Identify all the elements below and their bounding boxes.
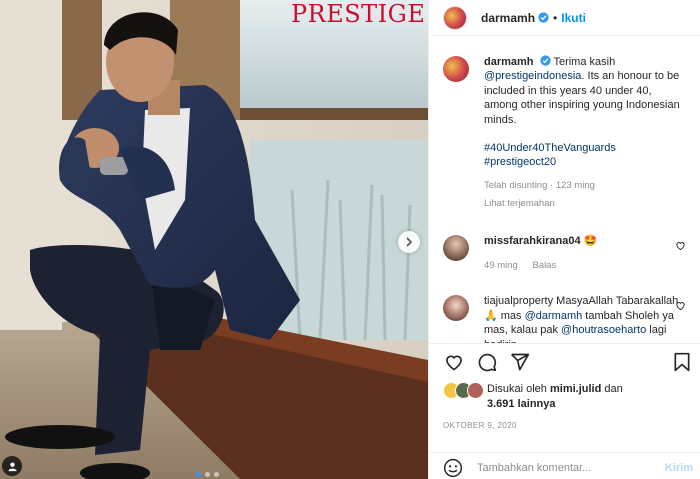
chevron-right-icon — [406, 237, 413, 247]
heart-icon — [446, 355, 462, 370]
author-username[interactable]: darmamh — [481, 11, 535, 25]
likes-count[interactable]: 3.691 lainnya — [487, 398, 556, 410]
caption-avatar[interactable] — [443, 56, 469, 82]
comment-age: 49 ming — [484, 260, 518, 272]
commenter-avatar[interactable] — [443, 234, 469, 261]
author-avatar[interactable] — [443, 5, 467, 30]
carousel-dot-3 — [214, 472, 219, 477]
magazine-brand: PRESTIGE — [291, 0, 426, 28]
caption-mention[interactable]: @prestigeindonesia. — [484, 70, 584, 82]
emoji-button[interactable] — [443, 458, 463, 478]
comments-list[interactable]: darmamh Terima kasih @prestigeindonesia.… — [429, 37, 700, 343]
commenter-username[interactable]: missfarahkirana04 — [484, 235, 581, 247]
caption-text: Terima kasih — [553, 56, 616, 68]
likes-text: Disukai oleh mimi.julid dan 3.691 lainny… — [487, 382, 623, 412]
hashtag-link[interactable]: #prestigeoct20 — [484, 155, 684, 169]
like-comment-icon[interactable] — [675, 240, 686, 251]
caption-meta: Telah disunting · 123 ming — [484, 179, 595, 191]
commenter-username[interactable]: tiajualproperty — [484, 295, 553, 307]
comment-item: tiajualproperty MasyaAllah Tabarakallah … — [443, 294, 686, 343]
comment-mention[interactable]: @houtrasoeharto — [561, 324, 646, 336]
verified-badge-icon — [539, 55, 551, 66]
like-button[interactable] — [443, 351, 465, 373]
add-comment-bar: Kirim — [429, 452, 700, 479]
post-photo[interactable]: PRESTIGE — [0, 0, 428, 479]
comment-icon — [478, 353, 497, 371]
comment-item: missfarahkirana04 🤩 49 ming Balas — [443, 234, 686, 274]
carousel-dot-1 — [196, 472, 201, 477]
hashtag-link[interactable]: #40Under40TheVanguards — [484, 141, 684, 155]
post-date[interactable]: OKTOBER 9, 2020 — [443, 421, 517, 430]
comment-text: 🤩 — [583, 234, 598, 247]
liker-avatars[interactable] — [443, 382, 487, 412]
carousel-dot-2 — [205, 472, 210, 477]
post-comment-button[interactable]: Kirim — [665, 462, 693, 474]
follow-button[interactable]: Ikuti — [561, 11, 586, 25]
user-icon — [7, 461, 17, 471]
like-comment-icon[interactable] — [675, 300, 686, 311]
photo-illustration — [0, 0, 428, 479]
bookmark-icon — [674, 352, 690, 371]
comment-button[interactable] — [476, 351, 498, 373]
see-translation-link[interactable]: Lihat terjemahan — [484, 197, 684, 211]
commenter-avatar[interactable] — [443, 295, 469, 322]
verified-badge-icon — [538, 12, 549, 23]
post-actions — [429, 343, 700, 379]
likes-summary: Disukai oleh mimi.julid dan 3.691 lainny… — [443, 382, 693, 412]
separator-dot: • — [553, 10, 558, 25]
caption: darmamh Terima kasih @prestigeindonesia.… — [443, 55, 686, 212]
save-button[interactable] — [671, 351, 693, 373]
liker-avatar — [467, 382, 484, 399]
comment-mention[interactable]: @darmamh — [525, 310, 583, 322]
liker-username[interactable]: mimi.julid — [550, 383, 601, 395]
reply-button[interactable]: Balas — [532, 260, 556, 271]
carousel-next-button[interactable] — [398, 231, 420, 253]
post-header: darmamh • Ikuti — [429, 0, 700, 36]
likes-suffix: dan — [601, 383, 623, 395]
post-sidebar: darmamh • Ikuti darmamh Terima kasih @pr… — [428, 0, 700, 479]
likes-prefix: Disukai oleh — [487, 383, 550, 395]
tagged-users-button[interactable] — [2, 456, 22, 476]
caption-username[interactable]: darmamh — [484, 56, 534, 68]
share-button[interactable] — [509, 351, 531, 373]
carousel-dots — [196, 472, 219, 477]
send-icon — [511, 353, 530, 371]
smiley-icon — [443, 458, 463, 478]
comment-input[interactable] — [477, 462, 657, 474]
